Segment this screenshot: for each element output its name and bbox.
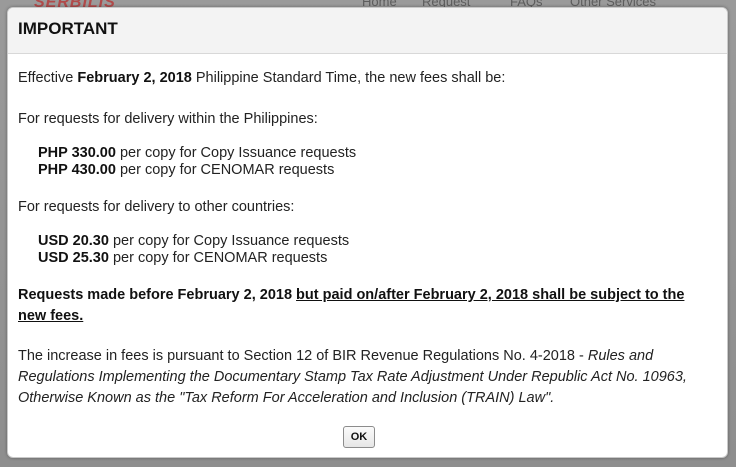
fee-amount: USD 20.30: [38, 233, 109, 249]
foreign-heading: For requests for delivery to other count…: [18, 199, 295, 215]
domestic-fee-list: PHP 330.00 per copy for Copy Issuance re…: [18, 145, 356, 179]
foreign-fee-list: USD 20.30 per copy for Copy Issuance req…: [18, 233, 349, 267]
dialog-titlebar: IMPORTANT: [8, 8, 727, 54]
fee-description: per copy for Copy Issuance requests: [115, 145, 357, 161]
legal-basis: The increase in fees is pursuant to Sect…: [18, 346, 713, 409]
effective-suffix: Philippine Standard Time, the new fees s…: [191, 70, 506, 86]
effective-date: February 2, 2018: [77, 70, 192, 86]
foreign-fee-copy: USD 20.30 per copy for Copy Issuance req…: [18, 233, 349, 250]
fee-description: per copy for Copy Issuance requests: [108, 233, 350, 249]
important-dialog: IMPORTANT Effective February 2, 2018 Phi…: [7, 7, 728, 458]
fee-notice: Requests made before February 2, 2018 bu…: [18, 285, 708, 327]
effective-line: Effective February 2, 2018 Philippine St…: [18, 70, 505, 87]
effective-prefix: Effective: [18, 70, 78, 86]
fee-description: per copy for CENOMAR requests: [108, 250, 328, 266]
fee-amount: PHP 330.00: [38, 145, 116, 161]
domestic-fee-cenomar: PHP 430.00 per copy for CENOMAR requests: [18, 162, 356, 179]
basis-text: The increase in fees is pursuant to Sect…: [18, 348, 588, 364]
fee-amount: USD 25.30: [38, 250, 109, 266]
fee-amount: PHP 430.00: [38, 162, 116, 178]
domestic-heading: For requests for delivery within the Phi…: [18, 111, 318, 127]
dialog-title: IMPORTANT: [18, 19, 118, 38]
fee-description: per copy for CENOMAR requests: [115, 162, 335, 178]
domestic-fee-copy: PHP 330.00 per copy for Copy Issuance re…: [18, 145, 356, 162]
ok-button[interactable]: OK: [343, 426, 375, 448]
foreign-fee-cenomar: USD 25.30 per copy for CENOMAR requests: [18, 250, 349, 267]
notice-text: Requests made before February 2, 2018: [18, 287, 297, 303]
